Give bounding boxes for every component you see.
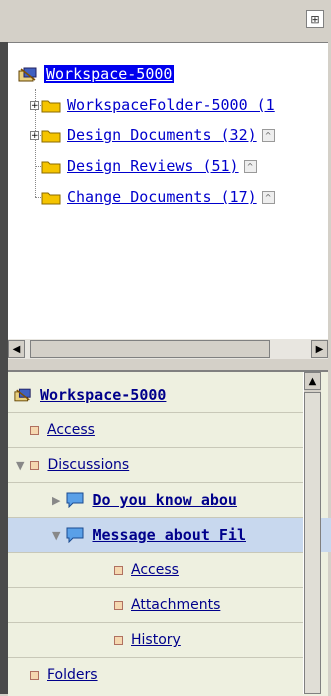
discussion-icon xyxy=(66,527,84,543)
detail-item-label[interactable]: Attachments xyxy=(131,597,220,613)
tree-item-label[interactable]: Change Documents (17) xyxy=(67,188,257,206)
horizontal-scrollbar[interactable]: ◀ ▶ xyxy=(8,338,328,359)
expand-icon[interactable]: + xyxy=(30,100,39,110)
tree-pane: Workspace-5000 + WorkspaceFolder-5000 (1… xyxy=(8,42,328,339)
detail-item-sub-access[interactable]: Access xyxy=(8,553,331,587)
toolbar: ⊞ xyxy=(0,0,331,42)
folder-icon xyxy=(41,130,61,142)
bullet-icon xyxy=(30,670,39,680)
workspace-icon xyxy=(14,388,31,402)
vertical-scrollbar[interactable]: ▲ xyxy=(303,372,321,694)
collapsed-icon[interactable]: ▶ xyxy=(52,494,60,507)
tree-item-label[interactable]: Design Reviews (51) xyxy=(67,157,239,175)
scrollbar-thumb[interactable] xyxy=(30,340,270,358)
detail-item-label[interactable]: Access xyxy=(131,562,179,578)
detail-root[interactable]: Workspace-5000 xyxy=(14,378,309,412)
tree-root[interactable]: Workspace-5000 xyxy=(18,63,175,85)
action-menu-icon[interactable]: ^ xyxy=(261,128,275,142)
detail-item-attachments[interactable]: Attachments xyxy=(8,588,331,622)
detail-item-label[interactable]: Discussions xyxy=(47,457,129,473)
tree-item-label[interactable]: Design Documents (32) xyxy=(67,126,257,144)
window-edge xyxy=(0,0,8,694)
tree-item-change-documents[interactable]: Change Documents (17) ^ xyxy=(41,186,275,208)
tree-item-design-documents[interactable]: + Design Documents (32) ^ xyxy=(30,124,275,146)
expand-icon[interactable]: + xyxy=(30,130,39,140)
tree-item-design-reviews[interactable]: Design Reviews (51) ^ xyxy=(41,155,257,177)
bullet-icon xyxy=(114,635,123,645)
action-menu-icon[interactable]: ^ xyxy=(243,159,257,173)
folder-icon xyxy=(41,161,61,173)
detail-item-label[interactable]: Folders xyxy=(47,667,98,683)
detail-root-label[interactable]: Workspace-5000 xyxy=(40,386,166,404)
hierarchy-icon[interactable]: ⊞ xyxy=(306,10,324,28)
scroll-right-icon[interactable]: ▶ xyxy=(311,340,328,358)
bullet-icon xyxy=(114,565,123,575)
detail-pane: Workspace-5000 Access ▼ Discussions ▶ Do… xyxy=(8,370,331,696)
detail-item-access[interactable]: Access xyxy=(8,413,325,447)
action-menu-icon[interactable]: ^ xyxy=(261,190,275,204)
bullet-icon xyxy=(30,425,39,435)
scroll-up-icon[interactable]: ▲ xyxy=(304,372,321,390)
detail-item-label[interactable]: History xyxy=(131,632,181,648)
detail-item-label[interactable]: Do you know abou xyxy=(92,491,237,509)
bullet-icon xyxy=(30,460,40,470)
detail-item-discussion-2[interactable]: ▼ Message about Fil xyxy=(8,518,331,552)
discussion-icon xyxy=(66,492,84,508)
tree-root-label[interactable]: Workspace-5000 xyxy=(44,65,175,83)
folder-icon xyxy=(41,100,61,112)
tree-item-label[interactable]: WorkspaceFolder-5000 (1 xyxy=(67,96,275,114)
scrollbar-thumb[interactable] xyxy=(304,392,321,694)
folder-icon xyxy=(41,192,61,204)
expanded-icon[interactable]: ▼ xyxy=(16,459,24,472)
workspace-icon xyxy=(18,67,37,81)
bullet-icon xyxy=(114,600,123,610)
detail-item-label[interactable]: Message about Fil xyxy=(92,526,246,544)
detail-item-history[interactable]: History xyxy=(8,623,331,657)
tree-item-workspacefolder[interactable]: + WorkspaceFolder-5000 (1 xyxy=(30,94,275,116)
detail-item-folders[interactable]: Folders xyxy=(8,658,325,692)
detail-item-discussion-1[interactable]: ▶ Do you know abou xyxy=(8,483,331,517)
detail-item-discussions[interactable]: ▼ Discussions xyxy=(8,448,311,482)
expanded-icon[interactable]: ▼ xyxy=(52,529,60,542)
scroll-left-icon[interactable]: ◀ xyxy=(8,340,25,358)
detail-item-label[interactable]: Access xyxy=(47,422,95,438)
